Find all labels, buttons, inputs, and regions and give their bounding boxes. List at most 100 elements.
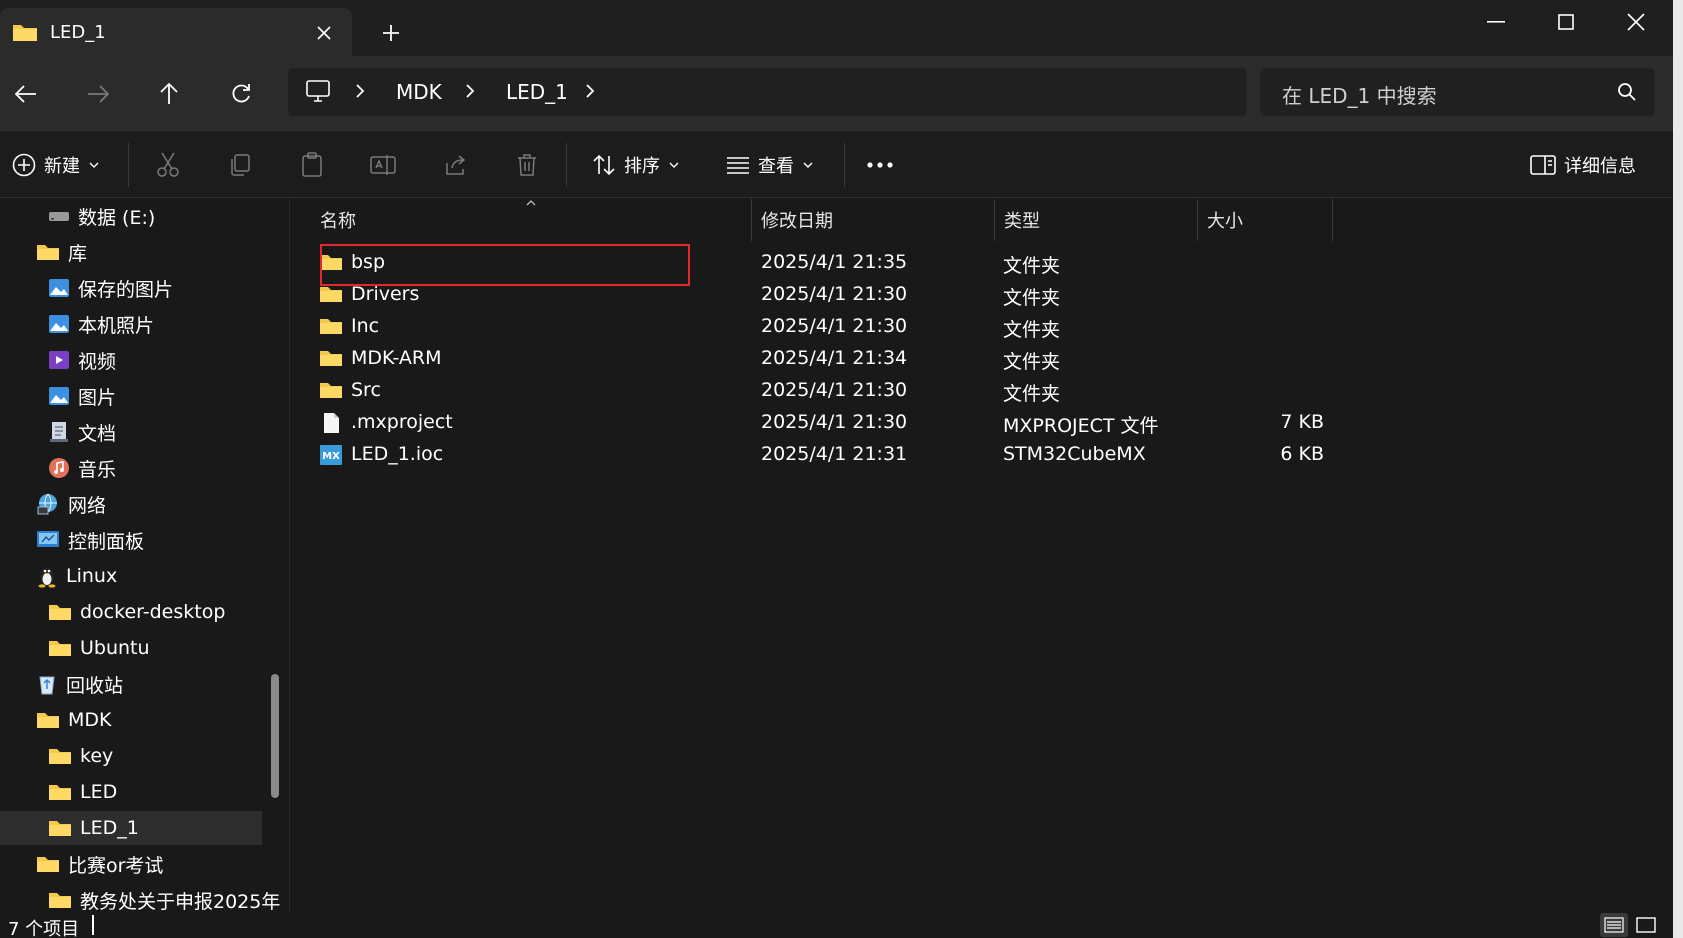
tiles-view-icon[interactable] <box>1632 913 1660 937</box>
address-bar[interactable]: MDK LED_1 <box>288 68 1247 116</box>
column-header-modified[interactable]: 修改日期 <box>761 207 833 233</box>
search-icon[interactable] <box>1617 82 1637 102</box>
sidebar-scrollbar[interactable] <box>271 674 279 798</box>
column-header-type[interactable]: 类型 <box>1004 207 1040 233</box>
sidebar-item-videos[interactable]: 视频 <box>48 343 116 377</box>
sidebar-item-music[interactable]: 音乐 <box>48 451 116 485</box>
plus-circle-icon <box>12 153 36 177</box>
file-name: .mxproject <box>351 411 453 433</box>
sidebar-item-pictures[interactable]: 图片 <box>48 379 116 413</box>
folder-icon <box>48 638 72 658</box>
drive-icon <box>48 209 70 223</box>
sidebar-item-label: Ubuntu <box>80 637 150 659</box>
table-row[interactable]: MX LED_1.ioc 2025/4/1 21:31 STM32CubeMX … <box>319 439 1619 471</box>
sidebar-item-mdk[interactable]: MDK <box>36 703 111 737</box>
sidebar-item-key[interactable]: key <box>48 739 113 773</box>
music-icon <box>48 457 70 479</box>
file-modified: 2025/4/1 21:30 <box>761 315 908 337</box>
chevron-right-icon[interactable] <box>354 82 366 100</box>
more-options-icon[interactable] <box>866 131 894 199</box>
delete-icon[interactable] <box>516 131 538 199</box>
tab-title: LED_1 <box>50 22 106 43</box>
file-size: 6 KB <box>1280 443 1324 465</box>
sidebar-item-led-1[interactable]: LED_1 <box>0 811 262 845</box>
sidebar-item-saved-pictures[interactable]: 保存的图片 <box>48 271 173 305</box>
view-list-icon <box>726 156 750 174</box>
new-button[interactable]: 新建 <box>12 131 100 199</box>
sidebar-item-competition[interactable]: 比赛or考试 <box>36 847 163 881</box>
file-type: MXPROJECT 文件 <box>1003 415 1159 437</box>
plus-icon[interactable] <box>378 20 404 46</box>
pictures-icon <box>48 386 70 406</box>
network-icon <box>36 493 60 515</box>
share-icon[interactable] <box>444 131 468 199</box>
folder-icon <box>36 854 60 874</box>
table-row[interactable]: MDK-ARM 2025/4/1 21:34 文件夹 <box>319 343 1619 375</box>
sidebar-item-camera-roll[interactable]: 本机照片 <box>48 307 154 341</box>
sidebar-item-label: 网络 <box>68 494 107 517</box>
column-header-name[interactable]: 名称 <box>320 207 356 233</box>
sidebar-item-ubuntu[interactable]: Ubuntu <box>48 631 150 665</box>
close-icon[interactable] <box>1606 4 1666 40</box>
sort-button[interactable]: 排序 <box>592 131 680 199</box>
chevron-right-icon[interactable] <box>584 82 596 100</box>
maximize-icon[interactable] <box>1536 4 1596 40</box>
breadcrumb-mdk[interactable]: MDK <box>396 80 442 104</box>
navigation-bar: MDK LED_1 在 LED_1 中搜索 <box>0 56 1673 130</box>
file-list: 名称 修改日期 类型 大小 bsp 2025/4/1 21:35 文件夹 Dri… <box>291 199 1673 911</box>
sidebar-item-drive-e[interactable]: 数据 (E:) <box>48 199 155 233</box>
table-row[interactable]: .mxproject 2025/4/1 21:30 MXPROJECT 文件 7… <box>319 407 1619 439</box>
sidebar-item-label: 音乐 <box>78 458 117 481</box>
refresh-icon[interactable] <box>221 74 261 114</box>
sidebar-item-linux[interactable]: Linux <box>36 559 117 593</box>
file-type: 文件夹 <box>1003 319 1061 341</box>
sidebar-item-docker-desktop[interactable]: docker-desktop <box>48 595 225 629</box>
rename-icon[interactable] <box>370 131 396 199</box>
sidebar-item-label: LED <box>80 781 118 803</box>
item-count: 7 个项目 <box>8 919 80 938</box>
search-placeholder: 在 LED_1 中搜索 <box>1282 84 1437 108</box>
chevron-right-icon[interactable] <box>464 82 476 100</box>
paste-icon[interactable] <box>300 131 324 199</box>
sidebar-item-control-panel[interactable]: 控制面板 <box>36 523 144 557</box>
breadcrumb-led-1[interactable]: LED_1 <box>506 80 568 104</box>
sidebar-item-documents[interactable]: 文档 <box>48 415 116 449</box>
arrow-up-icon[interactable] <box>149 74 189 114</box>
sidebar-item-network[interactable]: 网络 <box>36 487 106 521</box>
folder-icon <box>48 602 72 622</box>
folder-icon <box>48 782 72 802</box>
file-name: LED_1.ioc <box>351 443 444 465</box>
file-type: 文件夹 <box>1003 287 1061 309</box>
file-modified: 2025/4/1 21:30 <box>761 283 908 305</box>
table-row[interactable]: Inc 2025/4/1 21:30 文件夹 <box>319 311 1619 343</box>
tab-close-icon[interactable] <box>312 21 336 45</box>
control-panel-icon <box>36 530 60 550</box>
this-pc-icon[interactable] <box>306 80 330 102</box>
minimize-icon[interactable] <box>1466 4 1526 40</box>
sidebar-item-label: 比赛or考试 <box>68 854 164 877</box>
details-pane-icon <box>1530 155 1556 175</box>
file-name: MDK-ARM <box>351 347 442 369</box>
document-icon <box>48 421 70 443</box>
view-button[interactable]: 查看 <box>726 131 814 199</box>
sidebar-item-academic-affairs[interactable]: 教务处关于申报2025年 <box>48 883 280 911</box>
sidebar-item-library[interactable]: 库 <box>36 235 87 269</box>
column-header-size[interactable]: 大小 <box>1207 207 1243 233</box>
sort-icon <box>592 154 616 176</box>
sidebar-item-led[interactable]: LED <box>48 775 117 809</box>
folder-icon <box>36 710 60 730</box>
tab-led-1[interactable]: LED_1 <box>0 8 352 56</box>
search-input[interactable]: 在 LED_1 中搜索 <box>1260 68 1655 116</box>
sidebar-item-label: 保存的图片 <box>78 278 174 301</box>
arrow-right-icon[interactable] <box>78 74 118 114</box>
details-pane-button[interactable]: 详细信息 <box>1530 131 1636 199</box>
copy-icon[interactable] <box>228 131 252 199</box>
arrow-left-icon[interactable] <box>6 74 46 114</box>
details-view-icon[interactable] <box>1600 913 1628 937</box>
linux-icon <box>36 564 58 588</box>
file-icon <box>319 412 343 434</box>
sidebar-item-recycle-bin[interactable]: 回收站 <box>36 667 123 701</box>
cut-icon[interactable] <box>156 131 180 199</box>
table-row[interactable]: Src 2025/4/1 21:30 文件夹 <box>319 375 1619 407</box>
folder-icon <box>36 242 60 262</box>
